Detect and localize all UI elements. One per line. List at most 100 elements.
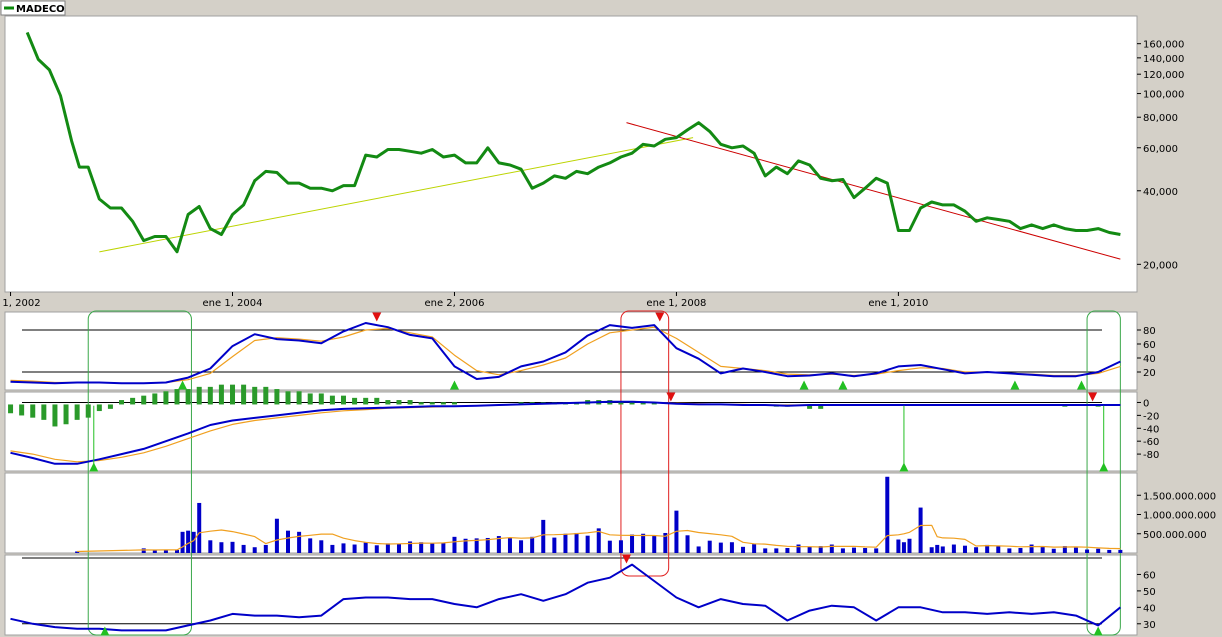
oscillator-ytick-label: 60 — [1143, 340, 1156, 351]
volume-bar — [785, 547, 790, 553]
panel-2-background — [4, 311, 1138, 391]
macd-histogram-bar — [318, 393, 324, 405]
price-ytick-label: 120,000 — [1143, 70, 1184, 81]
volume-bar — [1073, 547, 1078, 553]
macd-ytick-label: -20 — [1143, 411, 1159, 422]
volume-bar — [962, 545, 967, 553]
volume-bar — [319, 540, 324, 553]
macd-ytick-label: -40 — [1143, 424, 1159, 435]
volume-bar — [1085, 549, 1090, 553]
macd-histogram-bar — [41, 404, 47, 420]
price-xtick-label: ene 1, 2010 — [868, 298, 928, 309]
rsi-ytick-label: 40 — [1143, 603, 1156, 614]
volume-bar — [1007, 548, 1012, 553]
legend-label: MADECO — [16, 4, 65, 15]
volume-bar — [729, 542, 734, 553]
volume-bar — [563, 533, 568, 553]
oscillator-ytick-label: 80 — [1143, 326, 1156, 337]
volume-bar — [763, 548, 768, 553]
volume-bar — [752, 544, 757, 553]
volume-bar — [874, 548, 879, 553]
rsi-ytick-label: 30 — [1143, 620, 1156, 631]
oscillator-ytick-label: 20 — [1143, 368, 1156, 379]
volume-bar — [1018, 547, 1023, 553]
volume-ytick-label: 1.500.000.000 — [1143, 491, 1216, 502]
rsi-ytick-label: 60 — [1143, 570, 1156, 581]
stock-chart: MADECO ene 1, 2002 ene 1, 2004 ene 2, 2006… — [0, 0, 1216, 636]
volume-bar — [141, 548, 146, 553]
macd-histogram-bar — [130, 397, 136, 405]
volume-bar — [186, 530, 191, 553]
volume-bar — [385, 543, 390, 553]
volume-bar — [940, 546, 945, 553]
volume-bar — [929, 547, 934, 553]
macd-histogram-bar — [96, 404, 102, 412]
volume-bar — [341, 543, 346, 553]
macd-histogram-bar — [429, 402, 435, 405]
volume-bar — [707, 540, 712, 553]
volume-bar — [641, 533, 646, 553]
volume-bar — [274, 518, 279, 553]
volume-bar — [863, 547, 868, 553]
macd-histogram-bar — [207, 386, 213, 405]
volume-bar — [263, 544, 268, 553]
volume-bar — [330, 544, 335, 553]
macd-histogram-bar — [119, 400, 125, 405]
volume-ytick-label: 1.000.000.000 — [1143, 511, 1216, 522]
volume-bar — [996, 546, 1001, 553]
volume-bar — [430, 543, 435, 553]
volume-bar — [918, 507, 923, 553]
volume-bar — [774, 548, 779, 553]
volume-bar — [607, 540, 612, 553]
volume-bar — [585, 535, 590, 553]
volume-bar — [840, 548, 845, 553]
price-xtick-label: ene 1, 2008 — [646, 298, 706, 309]
volume-bar — [618, 540, 623, 553]
macd-histogram-bar — [252, 386, 258, 405]
volume-bar — [907, 538, 912, 553]
volume-bar — [208, 540, 213, 553]
macd-histogram-bar — [285, 391, 291, 405]
macd-histogram-bar — [185, 389, 191, 405]
price-xtick-label: ene 1, 2004 — [203, 298, 263, 309]
volume-bar — [552, 537, 557, 553]
macd-histogram-bar — [74, 404, 80, 420]
macd-ytick-label: -60 — [1143, 437, 1159, 448]
volume-bar — [741, 546, 746, 553]
macd-histogram-bar — [352, 397, 358, 405]
volume-ytick-label: 500.000.000 — [1143, 530, 1207, 541]
macd-histogram-bar — [418, 402, 424, 405]
volume-bar — [219, 542, 224, 553]
volume-bar — [452, 536, 457, 553]
volume-bar — [286, 530, 290, 553]
macd-histogram-bar — [152, 393, 158, 405]
macd-histogram-bar — [440, 402, 446, 405]
volume-bar — [252, 547, 257, 553]
volume-bar — [230, 541, 235, 553]
macd-histogram-bar — [407, 400, 413, 405]
macd-histogram-bar — [19, 404, 25, 416]
macd-histogram-bar — [241, 384, 247, 405]
volume-bar — [951, 544, 956, 553]
volume-bar — [896, 539, 901, 553]
volume-bar — [901, 542, 906, 553]
price-ytick-label: 160,000 — [1143, 40, 1184, 51]
volume-bar — [507, 537, 512, 553]
macd-histogram-bar — [30, 404, 36, 418]
volume-bar — [974, 547, 979, 553]
volume-bar — [807, 546, 812, 553]
macd-histogram-bar — [340, 395, 346, 405]
macd-histogram-bar — [52, 404, 58, 427]
macd-histogram-bar — [451, 402, 457, 405]
volume-bar — [374, 545, 379, 553]
volume-bar — [297, 531, 302, 553]
macd-histogram-bar — [107, 404, 113, 409]
macd-histogram-bar — [141, 395, 147, 405]
volume-bar — [1096, 548, 1101, 553]
price-ytick-label: 80,000 — [1143, 113, 1178, 124]
volume-bar — [352, 544, 357, 553]
macd-histogram-bar — [230, 384, 236, 405]
volume-bar — [1029, 544, 1034, 553]
volume-bar — [796, 544, 801, 553]
volume-bar — [519, 540, 524, 553]
